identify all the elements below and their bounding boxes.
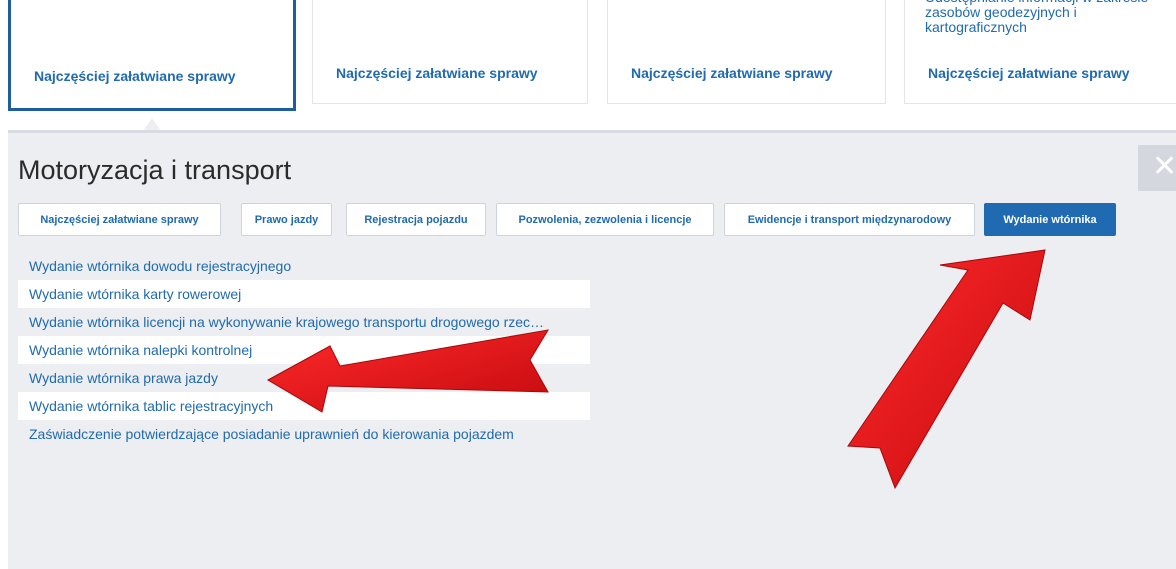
list-item[interactable]: Wydanie wtórnika licencji na wykonywanie… [18,308,590,336]
category-card-3[interactable]: Najczęściej załatwiane sprawy [607,0,886,104]
list-item[interactable]: Wydanie wtórnika tablic rejestracyjnych [18,392,590,420]
tab-vehicle-registration[interactable]: Rejestracja pojazdu [346,203,486,236]
category-card-2[interactable]: Najczęściej załatwiane sprawy [312,0,588,104]
card-link-1[interactable]: Najczęściej załatwiane sprawy [34,68,236,84]
tab-driving-license[interactable]: Prawo jazdy [241,203,332,236]
list-item[interactable]: Wydanie wtórnika dowodu rejestracyjnego [18,252,590,280]
list-item[interactable]: Zaświadczenie potwierdzające posiadanie … [18,420,718,448]
card-link-2[interactable]: Najczęściej załatwiane sprawy [336,65,538,81]
category-panel: Motoryzacja i transport ✕ Najczęściej za… [8,130,1176,569]
list-item[interactable]: Wydanie wtórnika nalepki kontrolnej [18,336,590,364]
card-link-4[interactable]: Najczęściej załatwiane sprawy [928,65,1130,81]
category-card-1[interactable]: Najczęściej załatwiane sprawy [8,0,296,111]
tab-records-international-transport[interactable]: Ewidencje i transport międzynarodowy [724,203,975,236]
service-list: Wydanie wtórnika dowodu rejestracyjnego … [18,252,590,448]
card-link-3[interactable]: Najczęściej załatwiane sprawy [631,65,833,81]
list-item[interactable]: Wydanie wtórnika karty rowerowej [18,280,590,308]
category-cards: Najczęściej załatwiane sprawy Najczęście… [0,0,1176,132]
panel-title: Motoryzacja i transport [18,155,292,185]
card-4-title: Udostępnianie informacji w zakresie zaso… [925,0,1148,35]
tab-permits-licenses[interactable]: Pozwolenia, zezwolenia i licencje [496,203,714,236]
tab-duplicate-issuance[interactable]: Wydanie wtórnika [984,203,1116,236]
close-icon[interactable]: ✕ [1138,145,1176,191]
list-item[interactable]: Wydanie wtórnika prawa jazdy [18,364,590,392]
category-card-4[interactable]: Udostępnianie informacji w zakresie zaso… [904,0,1176,104]
tab-frequent-matters[interactable]: Najczęściej załatwiane sprawy [18,203,221,236]
